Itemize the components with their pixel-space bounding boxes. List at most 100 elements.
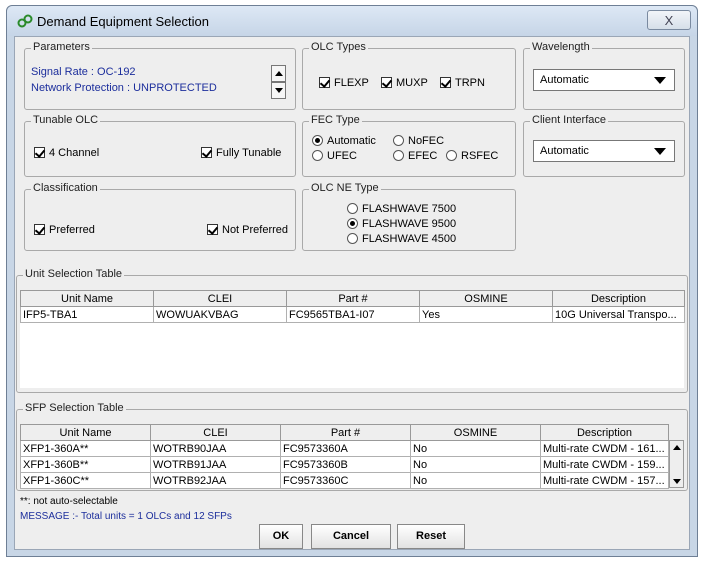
table-row[interactable]: XFP1-360B** WOTRB91JAA FC9573360B No Mul… [20,456,669,473]
table-cell: WOTRB90JAA [150,440,281,457]
dropdown-arrow-icon [654,148,666,155]
four-channel-checkbox[interactable]: 4 Channel [34,147,99,159]
ok-button[interactable]: OK [259,524,303,549]
scroll-up-button[interactable] [271,65,286,82]
olc-type-muxp-label: MUXP [396,77,428,89]
column-header[interactable]: OSMINE [410,424,541,441]
client-interface-group: Client Interface Automatic [523,114,685,177]
ne-flashwave-9500-label: FLASHWAVE 9500 [362,218,457,230]
column-header[interactable]: OSMINE [419,290,553,307]
client-interface-select[interactable]: Automatic [533,140,675,162]
dropdown-arrow-icon [654,77,666,84]
tunable-olc-group: Tunable OLC 4 Channel Fully Tunable [24,114,296,177]
ne-flashwave-4500-radio[interactable]: FLASHWAVE 4500 [347,233,456,245]
table-cell: XFP1-360B** [20,456,151,473]
client-interface-value: Automatic [540,145,589,157]
parameters-legend: Parameters [31,41,92,53]
table-cell: No [410,456,541,473]
table-cell: Yes [419,306,553,323]
window-title: Demand Equipment Selection [37,14,209,29]
table-header-row: Unit Name CLEI Part # OSMINE Description [20,424,669,441]
sfp-selection-table[interactable]: Unit Name CLEI Part # OSMINE Description… [20,424,669,489]
fec-automatic-label: Automatic [327,135,376,147]
dialog-window: Demand Equipment Selection X Parameters … [6,5,698,557]
checkbox-checked-icon [201,147,212,158]
table-cell: No [410,440,541,457]
table-cell: FC9565TBA1-I07 [286,306,420,323]
unit-selection-group: Unit Selection Table Unit Name CLEI Part… [16,268,688,393]
table-cell: FC9573360B [280,456,411,473]
olc-type-trpn-checkbox[interactable]: TRPN [440,77,485,89]
table-cell: Multi-rate CWDM - 159... [540,456,669,473]
olc-type-muxp-checkbox[interactable]: MUXP [381,77,428,89]
olc-ne-type-legend: OLC NE Type [309,182,381,194]
wavelength-select[interactable]: Automatic [533,69,675,91]
reset-button[interactable]: Reset [397,524,465,549]
column-header[interactable]: CLEI [153,290,287,307]
scroll-up-arrow-icon[interactable] [673,445,681,450]
radio-selected-icon [347,218,358,229]
close-button[interactable]: X [647,10,691,30]
column-header[interactable]: Part # [286,290,420,307]
preferred-label: Preferred [49,224,95,236]
column-header[interactable]: Part # [280,424,411,441]
sfp-table-scrollbar[interactable] [669,440,684,488]
radio-unselected-icon [312,150,323,161]
not-preferred-checkbox[interactable]: Not Preferred [207,224,288,236]
checkbox-checked-icon [440,77,451,88]
column-header[interactable]: Description [552,290,685,307]
tunable-olc-legend: Tunable OLC [31,114,101,126]
checkbox-checked-icon [34,147,45,158]
table-cell: Multi-rate CWDM - 157... [540,472,669,489]
column-header[interactable]: Description [540,424,669,441]
olc-types-legend: OLC Types [309,41,368,53]
fec-type-group: FEC Type Automatic NoFEC UFEC EFEC RSFEC [302,114,516,177]
fec-rsfec-radio[interactable]: RSFEC [446,150,498,162]
not-preferred-label: Not Preferred [222,224,289,236]
wavelength-value: Automatic [540,74,589,86]
wavelength-legend: Wavelength [530,41,592,53]
table-cell: XFP1-360A** [20,440,151,457]
table-row[interactable]: XFP1-360A** WOTRB90JAA FC9573360A No Mul… [20,440,669,457]
dialog-content: Parameters Signal Rate : OC-192 Network … [14,36,690,550]
scroll-down-arrow-icon[interactable] [673,479,681,484]
app-icon [17,14,33,28]
fully-tunable-checkbox[interactable]: Fully Tunable [201,147,281,159]
parameters-group: Parameters Signal Rate : OC-192 Network … [24,41,296,110]
scroll-down-button[interactable] [271,82,286,99]
table-cell: No [410,472,541,489]
radio-unselected-icon [393,150,404,161]
fec-automatic-radio[interactable]: Automatic [312,135,376,147]
classification-group: Classification Preferred Not Preferred [24,182,296,251]
fully-tunable-label: Fully Tunable [216,147,282,159]
column-header[interactable]: CLEI [150,424,281,441]
sfp-selection-legend: SFP Selection Table [23,402,126,414]
fec-nofec-label: NoFEC [408,135,445,147]
table-row[interactable]: IFP5-TBA1 WOWUAKVBAG FC9565TBA1-I07 Yes … [20,306,685,323]
four-channel-label: 4 Channel [49,147,100,159]
ne-flashwave-7500-label: FLASHWAVE 7500 [362,203,457,215]
fec-rsfec-label: RSFEC [461,150,499,162]
preferred-checkbox[interactable]: Preferred [34,224,95,236]
fec-efec-radio[interactable]: EFEC [393,150,437,162]
arrow-down-icon [275,88,283,93]
title-bar[interactable]: Demand Equipment Selection X [7,6,697,36]
checkbox-checked-icon [207,224,218,235]
ne-flashwave-4500-label: FLASHWAVE 4500 [362,233,457,245]
column-header[interactable]: Unit Name [20,424,151,441]
sfp-selection-group: SFP Selection Table Unit Name CLEI Part … [16,402,688,491]
fec-nofec-radio[interactable]: NoFEC [393,135,444,147]
ne-flashwave-7500-radio[interactable]: FLASHWAVE 7500 [347,203,456,215]
table-row[interactable]: XFP1-360C** WOTRB92JAA FC9573360C No Mul… [20,472,669,489]
wavelength-group: Wavelength Automatic [523,41,685,110]
cancel-button[interactable]: Cancel [311,524,391,549]
table-cell: FC9573360C [280,472,411,489]
olc-type-flexp-checkbox[interactable]: FLEXP [319,77,369,89]
ne-flashwave-9500-radio[interactable]: FLASHWAVE 9500 [347,218,456,230]
fec-ufec-label: UFEC [327,150,357,162]
column-header[interactable]: Unit Name [20,290,154,307]
unit-selection-table[interactable]: Unit Name CLEI Part # OSMINE Description… [20,290,685,388]
table-cell: IFP5-TBA1 [20,306,154,323]
fec-ufec-radio[interactable]: UFEC [312,150,357,162]
classification-legend: Classification [31,182,100,194]
